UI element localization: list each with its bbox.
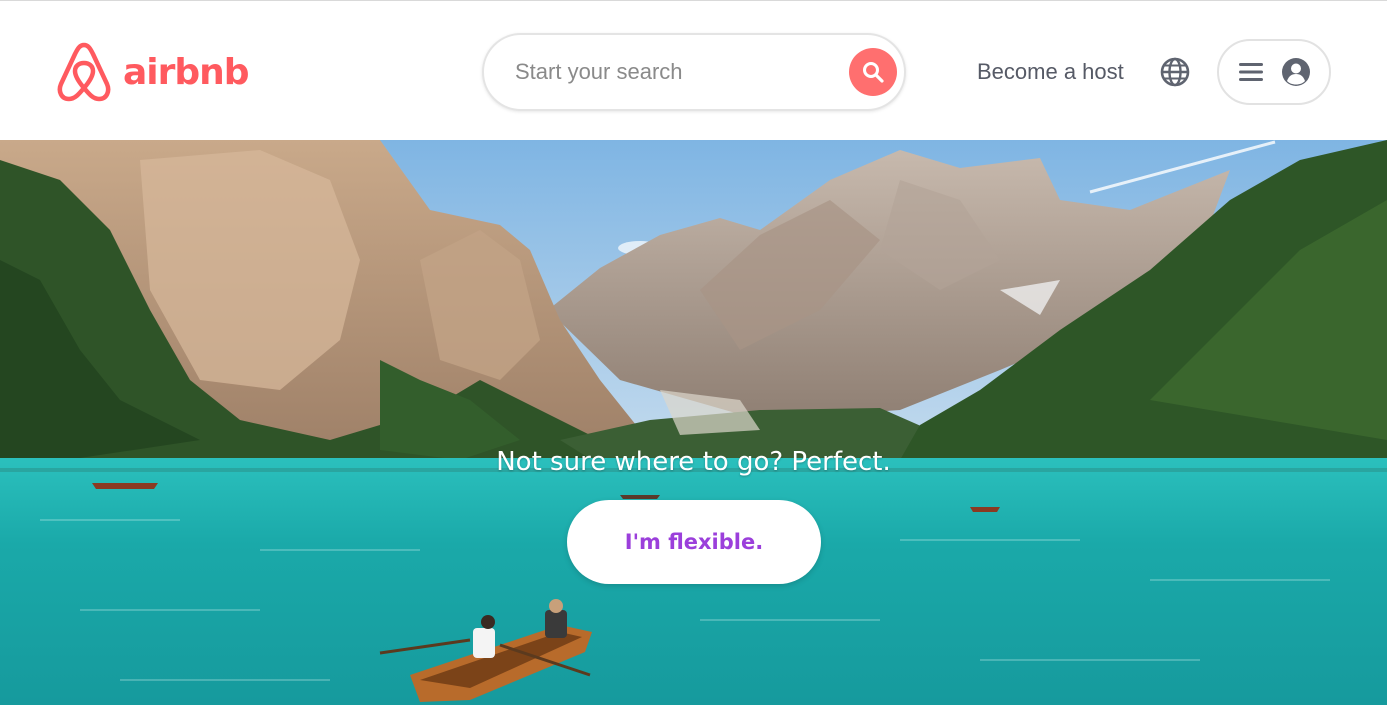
globe-icon (1160, 57, 1190, 87)
language-button[interactable] (1159, 56, 1191, 88)
hero-background-image (0, 140, 1387, 705)
hero-section: Not sure where to go? Perfect. I'm flexi… (0, 140, 1387, 705)
hero-headline: Not sure where to go? Perfect. (496, 447, 891, 477)
become-a-host-link[interactable]: Become a host (977, 59, 1124, 85)
search-icon (863, 62, 884, 83)
search-button[interactable] (849, 48, 897, 96)
airbnb-belo-icon (57, 42, 111, 102)
search-input[interactable] (515, 52, 849, 92)
hamburger-menu-icon (1239, 63, 1263, 81)
site-header: airbnb Become a host (0, 1, 1387, 140)
search-bar[interactable] (482, 33, 906, 111)
user-menu-button[interactable] (1217, 39, 1331, 105)
im-flexible-button[interactable]: I'm flexible. (567, 500, 821, 584)
airbnb-logo[interactable]: airbnb (55, 41, 250, 103)
user-avatar-icon (1282, 58, 1310, 86)
brand-wordmark: airbnb (123, 51, 250, 93)
